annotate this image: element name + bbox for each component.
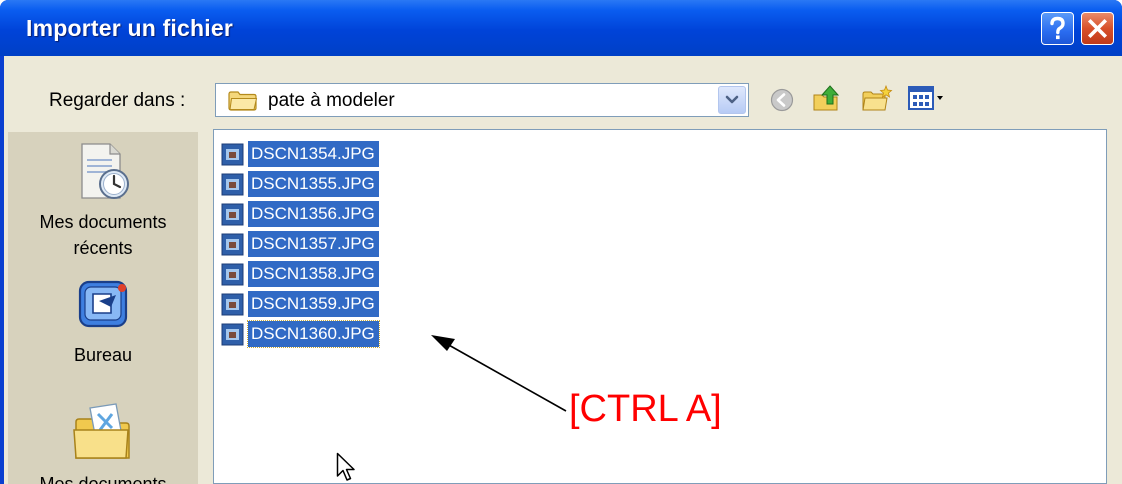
mouse-cursor-icon bbox=[336, 452, 355, 481]
annotation-label: [CTRL A] bbox=[569, 388, 722, 430]
dialog-window: Importer un fichier Regarder dans : pate… bbox=[0, 0, 1122, 484]
annotation-arrow bbox=[431, 335, 567, 412]
